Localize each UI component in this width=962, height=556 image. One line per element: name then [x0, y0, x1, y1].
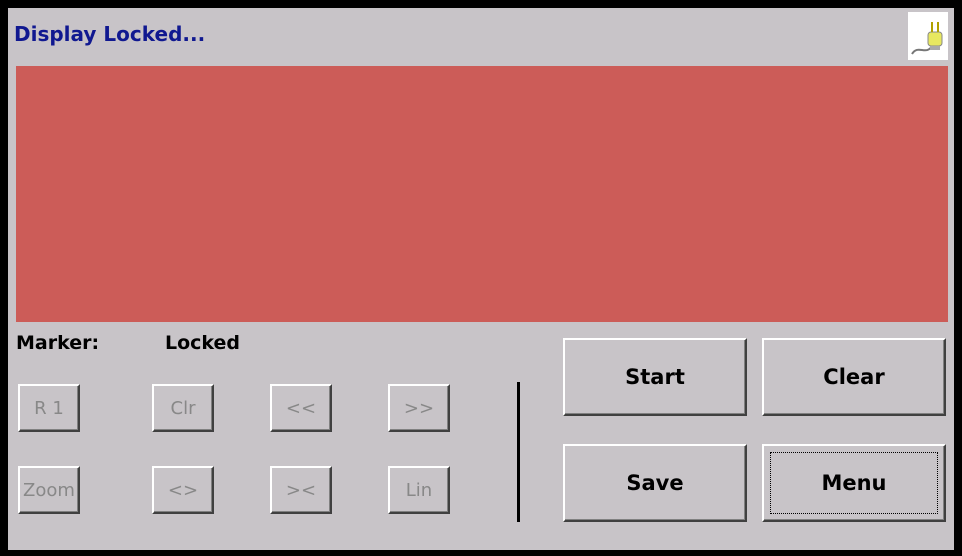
power-plug-icon: [908, 12, 948, 60]
menu-button[interactable]: Menu: [762, 444, 946, 522]
marker-value: Locked: [165, 332, 241, 354]
display-status-title: Display Locked...: [14, 22, 206, 46]
device-screen: Display Locked... Marker: Locked R 1 Clr…: [8, 8, 954, 550]
r1-button[interactable]: R 1: [18, 384, 80, 432]
lin-button[interactable]: Lin: [388, 466, 450, 514]
zoom-button[interactable]: Zoom: [18, 466, 80, 514]
start-button-label: Start: [625, 365, 685, 389]
clr-button[interactable]: Clr: [152, 384, 214, 432]
next-button[interactable]: >>: [388, 384, 450, 432]
marker-label: Marker:: [16, 332, 100, 354]
graph-area[interactable]: [16, 66, 948, 322]
prev-button[interactable]: <<: [270, 384, 332, 432]
expand-button[interactable]: <>: [152, 466, 214, 514]
save-button[interactable]: Save: [563, 444, 747, 522]
clear-button[interactable]: Clear: [762, 338, 946, 416]
focus-ring: [770, 452, 938, 514]
separator: [517, 382, 520, 522]
start-button[interactable]: Start: [563, 338, 747, 416]
contract-button[interactable]: ><: [270, 466, 332, 514]
clear-button-label: Clear: [823, 365, 885, 389]
save-button-label: Save: [626, 471, 684, 495]
